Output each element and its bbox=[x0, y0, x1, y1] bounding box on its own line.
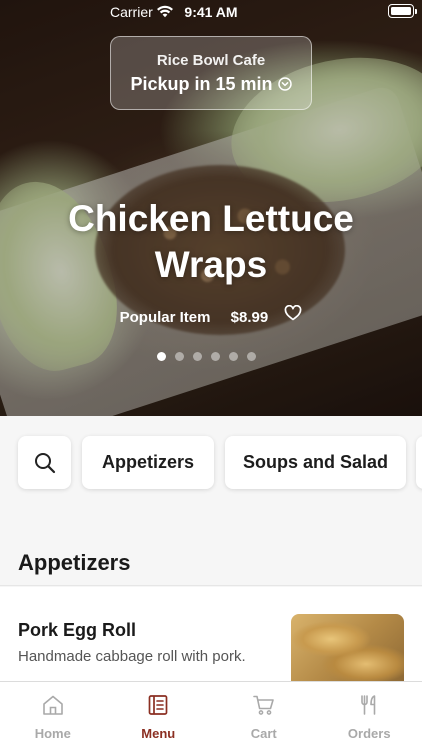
tab-bar: Home Menu Cart Orders bbox=[0, 681, 422, 750]
carousel-dot[interactable] bbox=[175, 352, 184, 361]
tab-label: Menu bbox=[141, 726, 176, 741]
section-header: Appetizers bbox=[0, 506, 422, 586]
heart-icon[interactable] bbox=[284, 304, 302, 321]
menu-item-image bbox=[291, 614, 404, 689]
tab-label: Home bbox=[34, 726, 71, 741]
orders-icon bbox=[361, 695, 376, 715]
search-button[interactable] bbox=[18, 436, 71, 489]
tab-orders[interactable]: Orders bbox=[317, 682, 422, 750]
hero-meta: Popular Item $8.99 bbox=[0, 304, 422, 326]
carousel-dot[interactable] bbox=[157, 352, 166, 361]
tab-label: Cart bbox=[250, 726, 277, 741]
battery-tip bbox=[415, 9, 417, 14]
category-chip-soups-and-salad[interactable]: Soups and Salad bbox=[225, 436, 406, 489]
chevron-down-circle-icon bbox=[277, 77, 292, 91]
tab-home[interactable]: Home bbox=[0, 682, 106, 750]
status-bar: Carrier 9:41 AM bbox=[0, 0, 422, 24]
menu-icon bbox=[148, 695, 168, 715]
menu-item[interactable]: Pork Egg Roll Handmade cabbage roll with… bbox=[0, 587, 422, 689]
pickup-selector[interactable]: Rice Bowl Cafe Pickup in 15 min bbox=[110, 36, 312, 110]
tab-label: Orders bbox=[347, 726, 391, 741]
hero-price: $8.99 bbox=[230, 308, 269, 326]
carousel-dot[interactable] bbox=[229, 352, 238, 361]
hero-title-line: Wraps bbox=[154, 244, 268, 285]
status-time: 9:41 AM bbox=[184, 4, 238, 20]
popular-badge: Popular Item bbox=[119, 308, 211, 326]
carousel-dot[interactable] bbox=[193, 352, 202, 361]
section-title: Appetizers bbox=[18, 550, 131, 575]
cart-icon bbox=[252, 695, 274, 715]
category-chip-entrees[interactable] bbox=[416, 436, 422, 489]
carousel-dot[interactable] bbox=[247, 352, 256, 361]
menu-item-name: Pork Egg Roll bbox=[18, 620, 137, 640]
tab-menu[interactable]: Menu bbox=[106, 682, 212, 750]
hero-banner[interactable]: Carrier 9:41 AM Rice Bowl Cafe Pickup in… bbox=[0, 0, 422, 416]
pickup-time-label: Pickup in 15 min bbox=[130, 74, 273, 94]
battery-icon bbox=[388, 4, 414, 18]
menu-item-description: Handmade cabbage roll with pork. bbox=[18, 648, 246, 665]
pickup-time: Pickup in 15 min bbox=[111, 74, 311, 95]
hero-title-line: Chicken Lettuce bbox=[68, 198, 354, 239]
hero-title: Chicken Lettuce Wraps bbox=[20, 196, 402, 288]
category-bar: Appetizers Soups and Salad bbox=[0, 416, 422, 506]
carousel-dot[interactable] bbox=[211, 352, 220, 361]
home-icon bbox=[42, 695, 63, 715]
tab-cart[interactable]: Cart bbox=[211, 682, 317, 750]
search-icon bbox=[34, 452, 55, 473]
store-name: Rice Bowl Cafe bbox=[156, 52, 266, 69]
category-chip-appetizers[interactable]: Appetizers bbox=[82, 436, 214, 489]
carousel-dots bbox=[157, 352, 256, 361]
